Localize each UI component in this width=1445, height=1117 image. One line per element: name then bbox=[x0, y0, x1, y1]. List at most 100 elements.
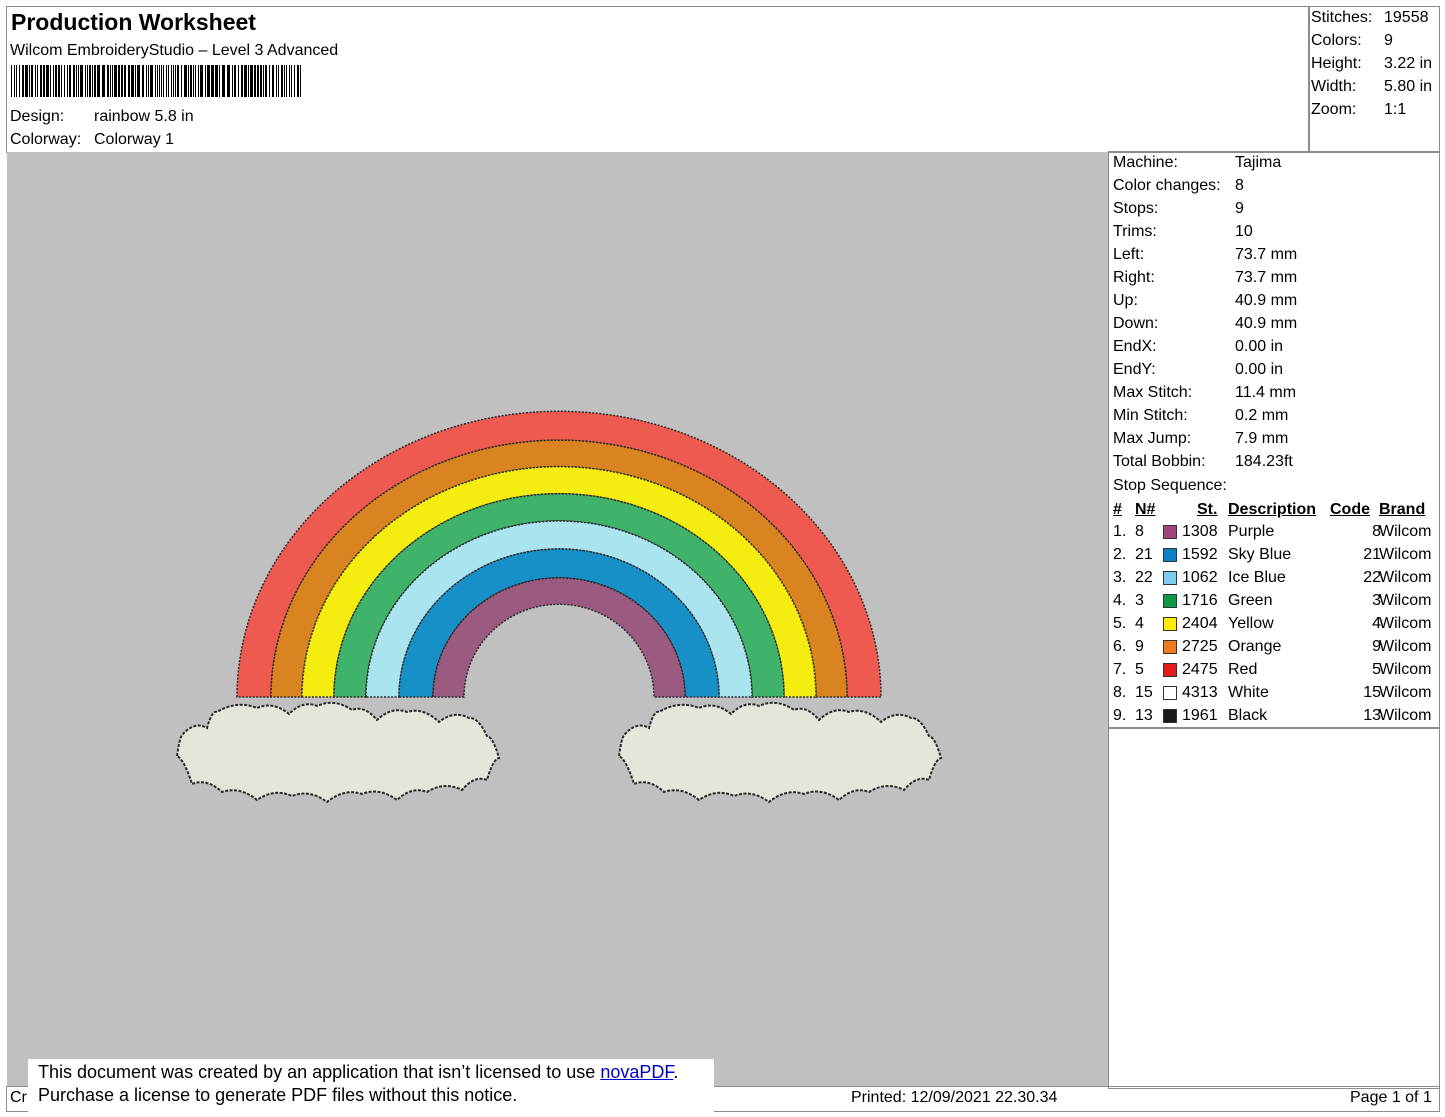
row-needle: 9 bbox=[1135, 638, 1144, 655]
row-num: 1. bbox=[1113, 523, 1127, 540]
notice-line-1: This document was created by an applicat… bbox=[28, 1061, 714, 1084]
printed-date: Printed: 12/09/2021 22.30.34 bbox=[851, 1089, 1058, 1106]
cloud-shape bbox=[175, 701, 501, 804]
notice-text: This document was created by an applicat… bbox=[38, 1062, 601, 1082]
notes-panel-frame bbox=[1108, 727, 1440, 1089]
row-num: 8. bbox=[1113, 684, 1127, 701]
row-num: 4. bbox=[1113, 592, 1127, 609]
machine-info-value: 73.7 mm bbox=[1235, 269, 1298, 286]
col-needle: N# bbox=[1135, 501, 1156, 518]
row-stitches: 2404 bbox=[1182, 615, 1218, 632]
left-cloud bbox=[175, 701, 501, 804]
color-swatch-icon bbox=[1163, 525, 1177, 539]
machine-info-label: Stops: bbox=[1113, 200, 1159, 217]
table-row: 6. 9 2725 Orange 9 Wilcom bbox=[1113, 635, 1438, 658]
row-stitches: 1716 bbox=[1182, 592, 1218, 609]
machine-info-label: Up: bbox=[1113, 292, 1138, 309]
footer-left: Cr bbox=[10, 1089, 27, 1106]
row-num: 5. bbox=[1113, 615, 1127, 632]
rainbow-arcs bbox=[236, 410, 882, 698]
design-label: Design: bbox=[10, 108, 65, 125]
summary-value: 1:1 bbox=[1384, 101, 1407, 118]
row-brand: Wilcom bbox=[1379, 661, 1432, 678]
machine-info-label: EndX: bbox=[1113, 338, 1157, 355]
row-stitches: 1062 bbox=[1182, 569, 1218, 586]
row-stitches: 1592 bbox=[1182, 546, 1218, 563]
row-description: Purple bbox=[1228, 523, 1275, 540]
row-stitches: 4313 bbox=[1182, 684, 1218, 701]
row-description: Ice Blue bbox=[1228, 569, 1286, 586]
row-needle: 5 bbox=[1135, 661, 1144, 678]
color-swatch-icon bbox=[1163, 548, 1177, 562]
machine-info-value: 11.4 mm bbox=[1235, 384, 1297, 401]
row-description: Black bbox=[1228, 707, 1268, 724]
right-cloud bbox=[617, 701, 943, 804]
row-brand: Wilcom bbox=[1379, 523, 1432, 540]
col-code: Code bbox=[1330, 501, 1370, 518]
row-needle: 21 bbox=[1135, 546, 1153, 563]
machine-info-value: 40.9 mm bbox=[1235, 315, 1298, 332]
app-subtitle: Wilcom EmbroideryStudio – Level 3 Advanc… bbox=[10, 42, 339, 59]
row-brand: Wilcom bbox=[1379, 569, 1432, 586]
row-num: 2. bbox=[1113, 546, 1127, 563]
col-stitches: St. bbox=[1197, 501, 1218, 518]
machine-info-label: Machine: bbox=[1113, 154, 1178, 171]
row-description: White bbox=[1228, 684, 1269, 701]
design-preview bbox=[7, 152, 1108, 1086]
row-brand: Wilcom bbox=[1379, 684, 1432, 701]
col-num: # bbox=[1113, 501, 1122, 518]
row-stitches: 1961 bbox=[1182, 707, 1218, 724]
colorway-label: Colorway: bbox=[10, 131, 82, 148]
row-description: Yellow bbox=[1228, 615, 1274, 632]
machine-info-value: 8 bbox=[1235, 177, 1244, 194]
summary-label: Width: bbox=[1311, 78, 1357, 95]
row-brand: Wilcom bbox=[1379, 707, 1432, 724]
page-number: Page 1 of 1 bbox=[1350, 1089, 1432, 1106]
row-description: Green bbox=[1228, 592, 1273, 609]
machine-info-value: 9 bbox=[1235, 200, 1244, 217]
table-row: 4. 3 1716 Green 3 Wilcom bbox=[1113, 589, 1438, 612]
machine-info-value: 10 bbox=[1235, 223, 1253, 240]
col-brand: Brand bbox=[1379, 501, 1426, 518]
machine-info-label: Right: bbox=[1113, 269, 1155, 286]
color-swatch-icon bbox=[1163, 640, 1177, 654]
row-brand: Wilcom bbox=[1379, 546, 1432, 563]
table-row: 7. 5 2475 Red 5 Wilcom bbox=[1113, 658, 1438, 681]
color-swatch-icon bbox=[1163, 709, 1177, 723]
summary-label: Height: bbox=[1311, 55, 1362, 72]
machine-info-label: Color changes: bbox=[1113, 177, 1221, 194]
table-row: 3. 22 1062 Ice Blue 22 Wilcom bbox=[1113, 566, 1438, 589]
row-num: 7. bbox=[1113, 661, 1127, 678]
summary-value: 19558 bbox=[1384, 9, 1429, 26]
row-num: 6. bbox=[1113, 638, 1127, 655]
row-needle: 4 bbox=[1135, 615, 1144, 632]
novapdf-link[interactable]: novaPDF bbox=[600, 1062, 673, 1082]
machine-info-value: Tajima bbox=[1235, 154, 1282, 171]
row-num: 9. bbox=[1113, 707, 1127, 724]
row-needle: 8 bbox=[1135, 523, 1144, 540]
notice-period: . bbox=[673, 1062, 679, 1082]
design-value: rainbow 5.8 in bbox=[94, 108, 194, 125]
machine-info-label: Max Jump: bbox=[1113, 430, 1192, 447]
table-row: 5. 4 2404 Yellow 4 Wilcom bbox=[1113, 612, 1438, 635]
row-description: Red bbox=[1228, 661, 1258, 678]
machine-info-label: Total Bobbin: bbox=[1113, 453, 1206, 470]
summary-value: 9 bbox=[1384, 32, 1393, 49]
machine-info-label: Max Stitch: bbox=[1113, 384, 1193, 401]
row-description: Orange bbox=[1228, 638, 1282, 655]
color-swatch-icon bbox=[1163, 571, 1177, 585]
row-needle: 3 bbox=[1135, 592, 1144, 609]
row-stitches: 2725 bbox=[1182, 638, 1218, 655]
machine-info-value: 0.2 mm bbox=[1235, 407, 1289, 424]
stop-sequence-title: Stop Sequence: bbox=[1113, 477, 1227, 494]
license-notice: This document was created by an applicat… bbox=[28, 1059, 714, 1117]
machine-info-label: Trims: bbox=[1113, 223, 1157, 240]
rainbow-design bbox=[175, 410, 943, 804]
summary-value: 5.80 in bbox=[1384, 78, 1433, 95]
color-swatch-icon bbox=[1163, 663, 1177, 677]
summary-label: Colors: bbox=[1311, 32, 1362, 49]
color-swatch-icon bbox=[1163, 686, 1177, 700]
summary-label: Stitches: bbox=[1311, 9, 1373, 26]
row-stitches: 1308 bbox=[1182, 523, 1218, 540]
machine-info-label: Left: bbox=[1113, 246, 1145, 263]
